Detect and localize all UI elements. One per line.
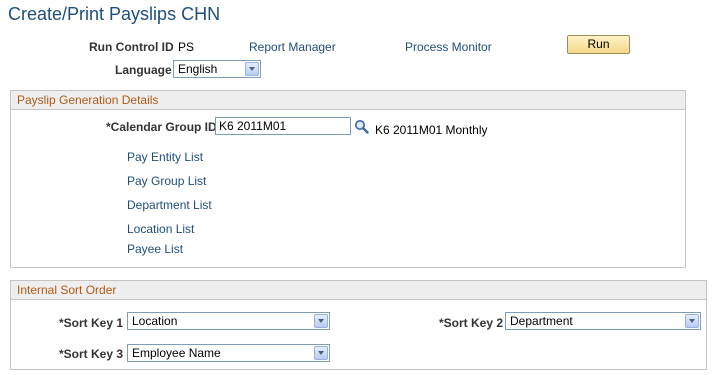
report-manager-link[interactable]: Report Manager — [249, 40, 336, 54]
chevron-down-icon[interactable] — [245, 62, 259, 76]
pay-group-list-link[interactable]: Pay Group List — [127, 174, 206, 188]
sort-key-3-select[interactable]: Employee Name — [127, 344, 330, 362]
location-list-link[interactable]: Location List — [127, 222, 194, 236]
run-button[interactable]: Run — [567, 35, 630, 54]
sort-key-2-select[interactable]: Department — [505, 312, 701, 330]
group-title: Payslip Generation Details — [17, 93, 159, 107]
pay-entity-list-link[interactable]: Pay Entity List — [127, 150, 203, 164]
sort-key-1-select[interactable]: Location — [127, 312, 330, 330]
language-select-value: English — [178, 62, 218, 76]
sort-key-1-label: *Sort Key 1 — [59, 316, 124, 330]
sort-key-3-label: *Sort Key 3 — [59, 347, 124, 361]
group-header: Internal Sort Order — [11, 281, 706, 300]
magnifier-icon[interactable] — [354, 119, 369, 134]
process-monitor-link[interactable]: Process Monitor — [405, 40, 492, 54]
chevron-down-icon[interactable] — [314, 346, 328, 360]
language-select[interactable]: English — [173, 60, 261, 78]
department-list-link[interactable]: Department List — [127, 198, 212, 212]
group-header: Payslip Generation Details — [11, 91, 685, 110]
page-title: Create/Print Payslips CHN — [8, 4, 221, 24]
calendar-group-description: K6 2011M01 Monthly — [375, 123, 488, 137]
calendar-group-id-label: *Calendar Group ID — [106, 120, 217, 134]
calendar-group-id-value: K6 2011M01 — [219, 119, 287, 133]
chevron-down-icon[interactable] — [685, 314, 699, 328]
chevron-down-icon[interactable] — [314, 314, 328, 328]
group-title: Internal Sort Order — [17, 283, 117, 297]
sort-key-2-value: Department — [510, 314, 573, 328]
sort-key-1-value: Location — [132, 314, 178, 328]
payee-list-link[interactable]: Payee List — [127, 242, 183, 256]
run-control-id-label: Run Control ID — [89, 40, 174, 54]
sort-key-2-label: *Sort Key 2 — [439, 316, 504, 330]
run-control-id-value: PS — [178, 40, 195, 54]
sort-key-3-value: Employee Name — [132, 346, 221, 360]
language-label: Language — [115, 63, 172, 77]
calendar-group-id-input[interactable]: K6 2011M01 — [215, 117, 351, 135]
